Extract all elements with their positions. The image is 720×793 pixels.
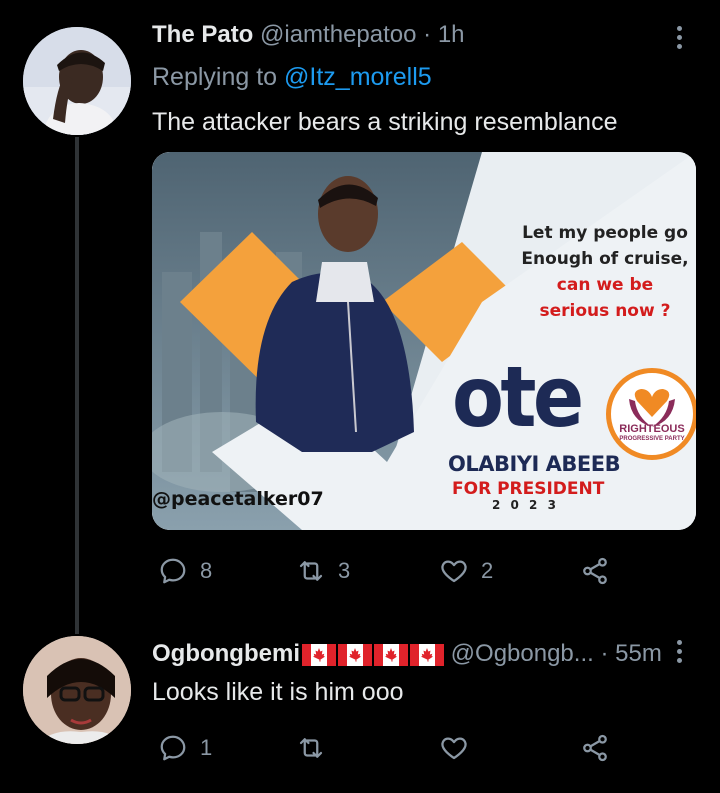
share-icon (583, 734, 607, 762)
separator: · (423, 21, 432, 48)
poster-slogan: Let my people go Enough of cruise, can w… (510, 220, 696, 324)
canada-flag (373, 643, 408, 666)
retweet-button[interactable] (296, 733, 338, 763)
tweet-header: Ogbongbemi @Ogbongb... · 55m (152, 640, 662, 668)
more-options-icon[interactable] (676, 26, 684, 53)
reply-icon (160, 735, 186, 761)
display-name[interactable]: Ogbongbemi (152, 640, 300, 667)
more-options-icon[interactable] (676, 640, 684, 667)
replying-prefix: Replying to (152, 63, 278, 91)
slogan-line: Let my people go (522, 223, 688, 243)
slogan-line: Enough of cruise, (521, 249, 689, 269)
canada-flag (337, 643, 372, 666)
avatar-photo (23, 27, 131, 135)
avatar[interactable] (23, 27, 131, 135)
party-subname: PROGRESSIVE PARTY (619, 436, 685, 442)
reply-count: 8 (200, 558, 213, 583)
like-button[interactable] (439, 733, 481, 763)
retweet-icon (299, 738, 323, 758)
like-button[interactable]: 2 (439, 556, 493, 586)
reply-button[interactable]: 8 (158, 556, 212, 586)
for-president: FOR PRESIDENT (452, 479, 605, 499)
avatar-photo (23, 636, 131, 744)
heart-icon (441, 560, 467, 583)
handle[interactable]: @iamthepatoo (260, 21, 416, 48)
canada-flag (301, 643, 336, 666)
reply-button[interactable]: 1 (158, 733, 212, 763)
tweet-header: The Pato @iamthepatoo · 1h (152, 21, 465, 49)
share-button[interactable] (580, 733, 610, 763)
separator: · (600, 640, 609, 667)
canada-flag (409, 643, 444, 666)
reply-count: 1 (200, 735, 213, 760)
retweet-count: 3 (338, 558, 351, 583)
slogan-line: can we be (556, 275, 654, 295)
share-button[interactable] (580, 556, 610, 586)
display-name[interactable]: The Pato (152, 21, 253, 48)
replying-to-handle[interactable]: @Itz_morell5 (284, 63, 432, 91)
like-count: 2 (481, 558, 494, 583)
handle[interactable]: @Ogbongb... (451, 640, 594, 667)
watermark-handle: @peacetalker07 (152, 488, 324, 510)
tweet-text: The attacker bears a striking resemblanc… (152, 108, 618, 136)
tweet-media-image[interactable]: Let my people go Enough of cruise, can w… (152, 152, 696, 530)
thread-line (75, 137, 79, 634)
reply-icon (160, 558, 186, 584)
vote-word: ote (452, 348, 584, 446)
timestamp[interactable]: 55m (615, 640, 662, 667)
election-year: 2 0 2 3 (492, 498, 559, 512)
party-logo: RIGHTEOUS PROGRESSIVE PARTY (606, 368, 696, 460)
share-icon (583, 557, 607, 585)
avatar[interactable] (23, 636, 131, 744)
retweet-icon (299, 561, 323, 581)
tweet-text: Looks like it is him ooo (152, 678, 404, 706)
heart-icon (441, 737, 467, 760)
candidate-name: OLABIYI ABEEB (448, 452, 621, 476)
timestamp[interactable]: 1h (438, 21, 465, 48)
replying-to: Replying to @Itz_morell5 (152, 63, 432, 92)
flag-emojis (300, 640, 444, 667)
slogan-line: serious now ? (539, 301, 671, 321)
retweet-button[interactable]: 3 (296, 556, 350, 586)
party-name: RIGHTEOUS (619, 423, 685, 435)
